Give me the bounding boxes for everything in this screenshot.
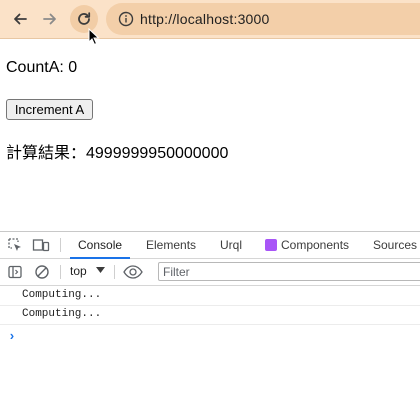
toolbar-separator bbox=[114, 265, 115, 279]
tab-components[interactable]: Components bbox=[265, 238, 349, 258]
site-info-button[interactable] bbox=[116, 9, 136, 29]
url-text[interactable]: http://localhost:3000 bbox=[140, 11, 270, 27]
device-mode-icon bbox=[32, 239, 50, 252]
reload-icon bbox=[78, 12, 91, 25]
tab-console[interactable]: Console bbox=[69, 238, 131, 259]
increment-a-button[interactable]: Increment A bbox=[6, 99, 93, 120]
eye-icon bbox=[123, 265, 143, 279]
tab-components-label: Components bbox=[281, 238, 350, 252]
react-components-icon bbox=[265, 239, 277, 251]
dropdown-arrow-icon bbox=[96, 267, 105, 273]
browser-toolbar: http://localhost:3000 bbox=[0, 0, 420, 46]
mouse-cursor-icon bbox=[88, 27, 100, 51]
live-expression-button[interactable] bbox=[122, 263, 144, 281]
sidebar-toggle-icon bbox=[8, 265, 22, 279]
clear-console-button[interactable] bbox=[33, 263, 51, 281]
console-toolbar: top bbox=[0, 259, 420, 286]
back-arrow-icon bbox=[14, 13, 27, 25]
site-info-icon bbox=[118, 11, 134, 27]
tab-separator bbox=[60, 238, 61, 252]
show-sidebar-button[interactable] bbox=[6, 263, 24, 281]
clear-console-icon bbox=[35, 265, 49, 279]
devtools-panel: Console Elements Urql Components Sources… bbox=[0, 231, 420, 393]
context-selector[interactable]: top bbox=[70, 264, 87, 278]
computation-result: 計算結果：4999999950000000 bbox=[6, 145, 229, 162]
count-a-label: CountA: 0 bbox=[6, 59, 78, 76]
filter-box[interactable] bbox=[158, 262, 420, 281]
forward-button[interactable] bbox=[36, 5, 64, 33]
filter-input[interactable] bbox=[163, 264, 413, 279]
address-bar[interactable]: http://localhost:3000 bbox=[106, 3, 420, 35]
toolbar-separator bbox=[60, 265, 61, 279]
tab-elements[interactable]: Elements bbox=[146, 238, 196, 258]
console-message-text: Computing... bbox=[22, 289, 102, 301]
inspect-element-button[interactable] bbox=[6, 236, 24, 254]
device-toolbar-button[interactable] bbox=[32, 236, 50, 254]
tab-urql[interactable]: Urql bbox=[220, 238, 242, 258]
inspect-cursor-icon bbox=[8, 238, 21, 251]
console-message-text: Computing... bbox=[22, 308, 102, 320]
back-button[interactable] bbox=[6, 5, 34, 33]
forward-arrow-icon bbox=[43, 13, 56, 25]
tab-sources[interactable]: Sources bbox=[373, 238, 417, 258]
devtools-tab-bar: Console Elements Urql Components Sources bbox=[0, 232, 420, 259]
console-message: Computing... bbox=[0, 306, 420, 325]
console-message: Computing... bbox=[0, 287, 420, 306]
console-prompt[interactable]: › bbox=[8, 329, 16, 344]
